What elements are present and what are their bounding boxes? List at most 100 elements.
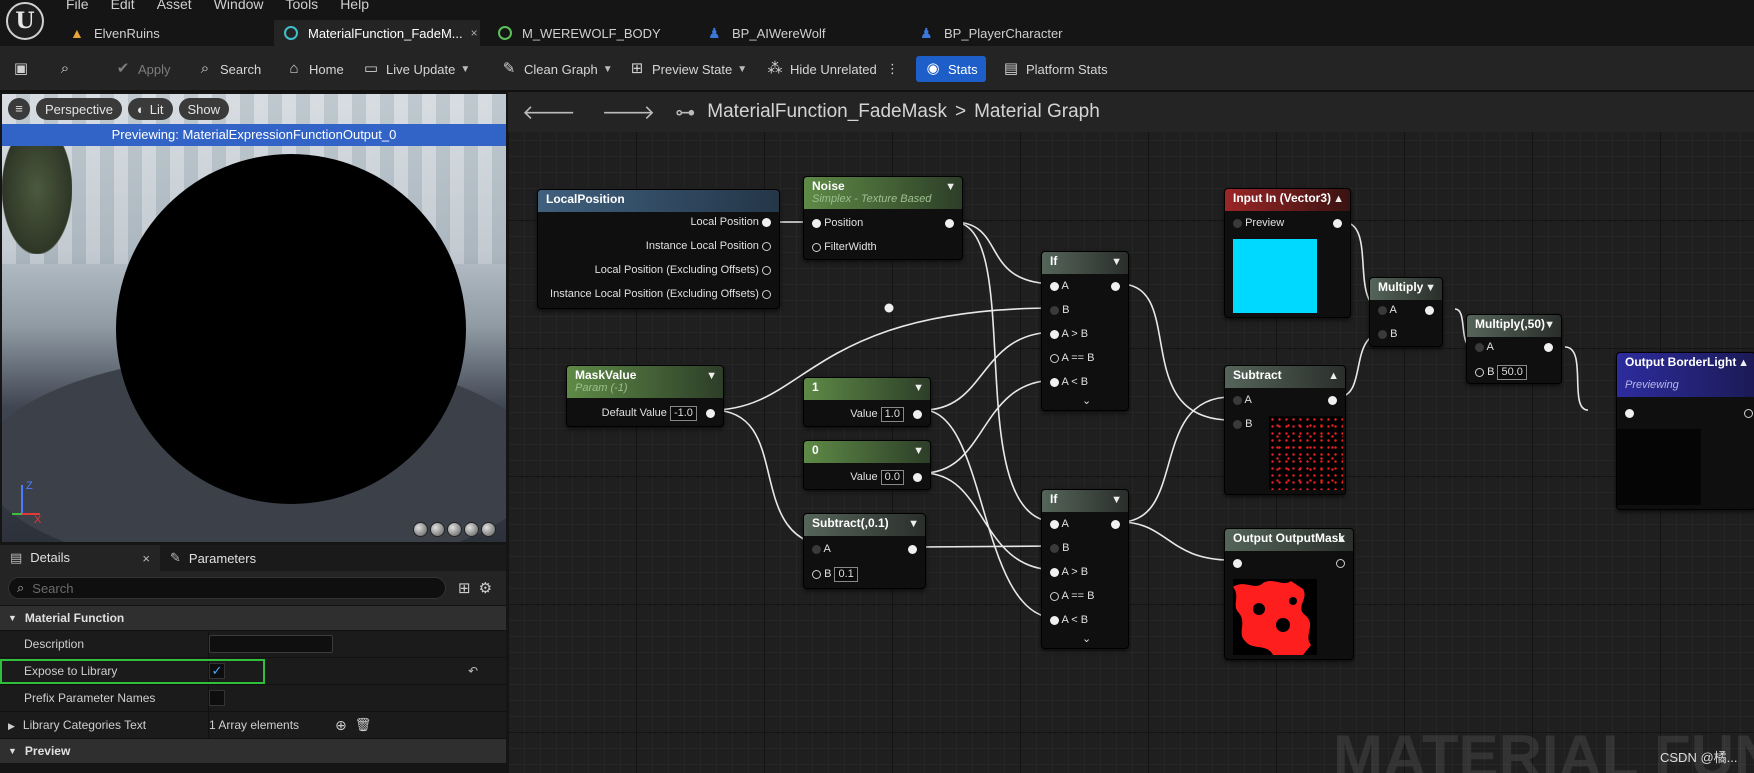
input-pin[interactable]: Preview — [1233, 217, 1284, 229]
output-pin[interactable] — [1328, 394, 1337, 406]
node-constant-0[interactable]: 0 ▼ Value 0.0 — [803, 440, 931, 490]
chevron-right-icon[interactable]: ▶ — [8, 721, 15, 731]
collapse-icon[interactable]: ▲ — [1738, 357, 1749, 369]
hide-unrelated-button[interactable]: ⁂ Hide Unrelated — [766, 56, 877, 82]
tab-werewolf-body[interactable]: M_WEREWOLF_BODY — [488, 20, 678, 46]
sphere-mesh-icon[interactable] — [430, 522, 445, 537]
input-pin[interactable]: A == B — [1050, 590, 1094, 602]
clean-graph-button[interactable]: ✎ Clean Graph ▼ — [500, 56, 613, 82]
node-multiply[interactable]: Multiply ▼ A B — [1369, 277, 1443, 347]
input-pin[interactable]: A — [1050, 280, 1069, 292]
details-search-input[interactable]: ⌕ Search — [8, 577, 446, 599]
stats-button[interactable]: ◉ Stats — [916, 56, 986, 82]
chevron-down-icon[interactable]: ▼ — [706, 370, 717, 382]
output-pin[interactable] — [1744, 407, 1753, 419]
node-input-in[interactable]: Input In (Vector3) ▲ Preview — [1224, 188, 1351, 318]
output-pin[interactable] — [908, 543, 917, 555]
delete-icon[interactable]: 🗑 — [355, 717, 372, 733]
chevron-down-icon[interactable]: ▼ — [945, 181, 956, 193]
output-pin[interactable]: Instance Local Position — [646, 240, 771, 252]
material-graph-canvas[interactable]: 🡐 🡒 ⊶ MaterialFunction_FadeMask > Materi… — [508, 92, 1754, 773]
default-value-field[interactable]: -1.0 — [669, 406, 697, 421]
close-tab-icon[interactable]: × — [142, 551, 150, 566]
input-pin[interactable]: A — [812, 543, 831, 555]
input-pin[interactable]: A — [1233, 394, 1252, 406]
input-pin[interactable]: B — [1050, 304, 1069, 316]
input-pin[interactable]: A < B — [1050, 614, 1088, 626]
settings-gear-icon[interactable]: ⚙ — [479, 579, 492, 597]
input-pin[interactable]: A < B — [1050, 376, 1088, 388]
collapse-icon[interactable]: ▲ — [1336, 533, 1347, 545]
output-pin[interactable] — [1111, 280, 1120, 292]
hamburger-menu-icon[interactable]: ≡ — [8, 98, 30, 120]
live-update-button[interactable]: ▭ Live Update ▼ — [362, 56, 470, 82]
output-pin[interactable]: Instance Local Position (Excluding Offse… — [550, 288, 771, 300]
category-preview[interactable]: ▼ Preview — [0, 738, 506, 763]
tab-parameters[interactable]: ✎ Parameters — [160, 545, 266, 571]
menu-edit[interactable]: Edit — [111, 0, 135, 12]
output-pin[interactable] — [1336, 557, 1345, 569]
node-noise[interactable]: Noise Simplex - Texture Based ▼ Position… — [803, 176, 963, 260]
tab-elvenruins[interactable]: ▲ ElvenRuins — [60, 20, 270, 46]
output-pin[interactable] — [1544, 341, 1553, 353]
preview-viewport[interactable]: ≡ Perspective ◐ Lit Show Previewing: Mate… — [2, 94, 506, 542]
tab-bp-aiwerewolf[interactable]: ♟ BP_AIWereWolf — [698, 20, 898, 46]
input-pin[interactable]: A > B — [1050, 566, 1088, 578]
menu-window[interactable]: Window — [214, 0, 264, 12]
input-pin[interactable]: A == B — [1050, 352, 1094, 364]
output-pin[interactable] — [945, 217, 954, 229]
chevron-down-icon[interactable]: ▼ — [913, 382, 924, 394]
category-material-function[interactable]: ▼ Material Function — [0, 605, 506, 630]
home-button[interactable]: ⌂ Home — [285, 56, 343, 82]
chevron-down-icon[interactable]: ▼ — [1544, 319, 1555, 331]
tab-bp-playercharacter[interactable]: ♟ BP_PlayerCharacter — [910, 20, 1130, 46]
more-options-icon[interactable]: ⋮ — [886, 56, 899, 82]
input-pin[interactable]: B — [1050, 542, 1069, 554]
input-pin[interactable]: B — [1233, 418, 1252, 430]
output-pin[interactable]: Local Position (Excluding Offsets) — [595, 264, 771, 276]
menu-tools[interactable]: Tools — [286, 0, 319, 12]
reset-to-default-icon[interactable]: ↶ — [468, 664, 478, 678]
tab-materialfunction[interactable]: MaterialFunction_FadeM... × — [274, 20, 480, 46]
cylinder-mesh-icon[interactable] — [413, 522, 428, 537]
chevron-down-icon[interactable]: ▼ — [1111, 256, 1122, 268]
node-multiply-50[interactable]: Multiply(,50) ▼ A B 50.0 — [1466, 314, 1562, 384]
node-constant-1[interactable]: 1 ▼ Value 1.0 — [803, 377, 931, 427]
preview-state-button[interactable]: ⊞ Preview State ▼ — [628, 56, 747, 82]
prefix-parameter-names-checkbox[interactable] — [209, 690, 225, 706]
input-pin[interactable]: B — [1378, 328, 1397, 340]
output-pin[interactable]: Value 1.0 — [850, 407, 922, 422]
unreal-logo-icon[interactable]: U — [6, 2, 44, 40]
node-if-top[interactable]: If ▼ A B A > B A == B A < B ⌄ — [1041, 251, 1129, 411]
output-pin[interactable]: Value 0.0 — [850, 470, 922, 485]
search-button[interactable]: ⌕ Search — [196, 56, 261, 82]
input-pin[interactable]: A — [1378, 304, 1397, 316]
value-field[interactable]: 0.1 — [834, 567, 858, 582]
add-element-icon[interactable]: ⊕ — [335, 717, 347, 734]
menu-file[interactable]: File — [66, 0, 89, 12]
collapse-icon[interactable]: ▲ — [1333, 193, 1344, 205]
menu-asset[interactable]: Asset — [157, 0, 192, 12]
node-if-bottom[interactable]: If ▼ A B A > B A == B A < B ⌄ — [1041, 489, 1129, 649]
node-subtract-01[interactable]: Subtract(,0.1) ▼ A B 0.1 — [803, 513, 926, 589]
input-pin[interactable]: A — [1050, 518, 1069, 530]
value-field[interactable]: 1.0 — [880, 407, 904, 422]
node-subtract[interactable]: Subtract ▲ A B — [1224, 365, 1346, 495]
expand-chevron-icon[interactable]: ⌄ — [1082, 394, 1091, 407]
lit-button[interactable]: ◐ Lit — [127, 98, 173, 120]
chevron-down-icon[interactable]: ▼ — [1425, 282, 1436, 294]
node-output-borderlight[interactable]: Output BorderLight Previewing ▲ — [1616, 352, 1754, 510]
custom-mesh-icon[interactable] — [481, 522, 496, 537]
input-pin[interactable] — [1625, 407, 1634, 419]
perspective-button[interactable]: Perspective — [36, 98, 122, 120]
input-pin[interactable]: B 0.1 — [812, 567, 858, 582]
node-output-mask[interactable]: Output OutputMask ▲ — [1224, 528, 1354, 660]
apply-button[interactable]: ✔ Apply — [114, 56, 171, 82]
expand-chevron-icon[interactable]: ⌄ — [1082, 632, 1091, 645]
table-view-icon[interactable]: ⊞ — [458, 579, 471, 597]
save-button[interactable]: ▣ — [12, 56, 36, 82]
platform-stats-button[interactable]: ▤ Platform Stats — [1002, 56, 1108, 82]
output-pin[interactable]: Default Value -1.0 — [602, 406, 715, 421]
tab-details[interactable]: ▤ Details × — [0, 545, 160, 571]
close-tab-icon[interactable]: × — [471, 26, 478, 40]
